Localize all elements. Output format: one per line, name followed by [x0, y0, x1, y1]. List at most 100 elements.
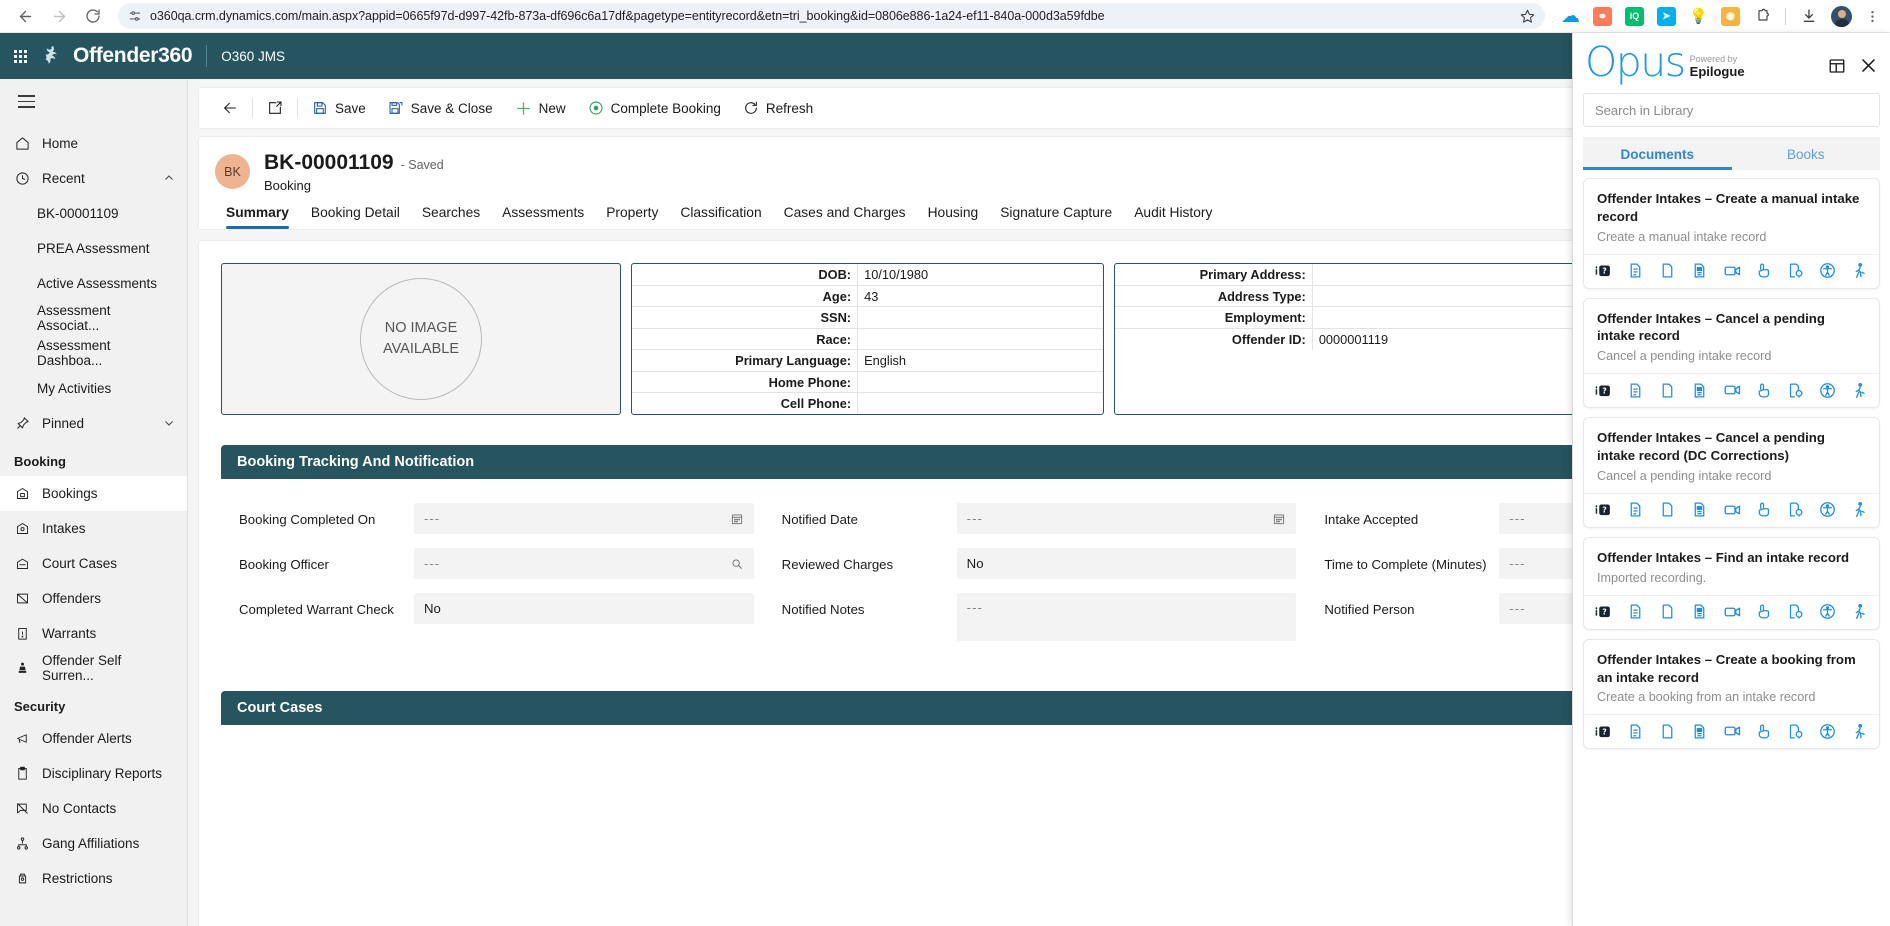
sidebar-collapse-icon[interactable] [0, 85, 187, 126]
walk-icon[interactable] [1851, 262, 1868, 279]
click-hand-icon[interactable] [1755, 603, 1772, 620]
accessibility-icon[interactable] [1819, 603, 1836, 620]
document-detail-icon[interactable] [1691, 723, 1708, 740]
document-pin-icon[interactable] [1787, 603, 1804, 620]
document-detail-icon[interactable] [1691, 603, 1708, 620]
hubspot-extension-icon[interactable]: ⚭ [1593, 6, 1612, 26]
sidebar-item-no-contacts[interactable]: No Contacts [0, 791, 187, 826]
profile-avatar[interactable] [1831, 5, 1852, 27]
tab-housing[interactable]: Housing [917, 205, 990, 229]
back-button[interactable] [211, 93, 249, 123]
booking-officer-lookup[interactable]: --- [414, 548, 754, 579]
page-icon[interactable] [1659, 723, 1676, 740]
list-item[interactable]: Offender Intakes – Cancel a pending inta… [1583, 297, 1880, 409]
page-icon[interactable] [1659, 603, 1676, 620]
document-detail-icon[interactable] [1691, 382, 1708, 399]
salesforce-extension-icon[interactable]: ☁ [1561, 7, 1580, 26]
booking-completed-on-input[interactable]: --- [414, 503, 754, 534]
click-hand-icon[interactable] [1755, 723, 1772, 740]
opus-document-list[interactable]: Offender Intakes – Create a manual intak… [1573, 170, 1890, 926]
info-badge-icon[interactable]: ? [1595, 723, 1612, 740]
site-settings-icon[interactable] [128, 9, 142, 23]
downloads-icon[interactable] [1799, 7, 1818, 26]
click-hand-icon[interactable] [1755, 501, 1772, 518]
click-hand-icon[interactable] [1755, 382, 1772, 399]
tab-booking-detail[interactable]: Booking Detail [300, 205, 411, 229]
document-pin-icon[interactable] [1787, 501, 1804, 518]
completed-warrant-check-input[interactable]: No [414, 593, 754, 624]
document-pin-icon[interactable] [1787, 723, 1804, 740]
save-and-close-button[interactable]: Save & Close [377, 93, 504, 123]
list-item[interactable]: Offender Intakes – Find an intake record… [1583, 536, 1880, 630]
info-badge-icon[interactable]: ? [1595, 501, 1612, 518]
tab-cases-and-charges[interactable]: Cases and Charges [773, 205, 917, 229]
page-icon[interactable] [1659, 382, 1676, 399]
calendar-icon[interactable] [1272, 512, 1286, 526]
complete-booking-button[interactable]: Complete Booking [577, 93, 732, 123]
tab-summary[interactable]: Summary [215, 205, 300, 229]
chevron-up-icon[interactable] [163, 172, 175, 184]
lightbulb-extension-icon[interactable]: 💡 [1689, 7, 1708, 26]
sidebar-item-intakes[interactable]: Intakes [0, 511, 187, 546]
address-bar[interactable]: o360qa.crm.dynamics.com/main.aspx?appid=… [118, 3, 1545, 29]
walk-icon[interactable] [1851, 382, 1868, 399]
document-lines-icon[interactable] [1627, 382, 1644, 399]
video-icon[interactable] [1723, 262, 1741, 280]
chevron-down-icon[interactable] [163, 417, 175, 429]
browser-forward-button[interactable] [44, 1, 74, 31]
sidebar-item-recent[interactable]: Recent [0, 161, 187, 196]
document-lines-icon[interactable] [1627, 603, 1644, 620]
reviewed-charges-input[interactable]: No [956, 548, 1297, 579]
document-detail-icon[interactable] [1691, 501, 1708, 518]
save-button[interactable]: Save [301, 93, 377, 123]
browser-menu-icon[interactable] [1865, 9, 1880, 24]
browser-back-button[interactable] [10, 1, 40, 31]
sidebar-item-prea-assessment[interactable]: PREA Assessment [0, 231, 187, 266]
click-hand-icon[interactable] [1755, 262, 1772, 279]
opus-search-input[interactable]: Search in Library [1583, 93, 1880, 127]
video-icon[interactable] [1723, 722, 1741, 740]
tab-searches[interactable]: Searches [411, 205, 491, 229]
notified-notes-textarea[interactable]: --- [956, 593, 1297, 641]
sidebar-item-bookings[interactable]: Bookings [0, 475, 187, 511]
layout-toggle-icon[interactable] [1828, 57, 1846, 75]
document-pin-icon[interactable] [1787, 382, 1804, 399]
tab-property[interactable]: Property [595, 205, 669, 229]
tab-documents[interactable]: Documents [1583, 137, 1732, 170]
close-icon[interactable] [1859, 56, 1878, 75]
calendar-icon[interactable] [730, 512, 744, 526]
sidebar-item-warrants[interactable]: Warrants [0, 616, 187, 651]
refresh-button[interactable]: Refresh [732, 93, 824, 123]
video-icon[interactable] [1723, 603, 1741, 621]
sidebar-item-assessment-associations[interactable]: Assessment Associat... [0, 301, 187, 336]
browser-reload-button[interactable] [78, 1, 108, 31]
document-lines-icon[interactable] [1627, 723, 1644, 740]
info-badge-icon[interactable]: ? [1595, 603, 1612, 620]
notified-date-input[interactable]: --- [956, 503, 1297, 534]
accessibility-icon[interactable] [1819, 382, 1836, 399]
sidebar-item-disciplinary-reports[interactable]: Disciplinary Reports [0, 756, 187, 791]
sidebar-item-bk-00001109[interactable]: BK-00001109 [0, 196, 187, 231]
walk-icon[interactable] [1851, 723, 1868, 740]
bookmark-star-icon[interactable] [1520, 9, 1535, 24]
sidebar-item-assessment-dashboard[interactable]: Assessment Dashboa... [0, 336, 187, 371]
sidebar-item-offender-alerts[interactable]: Offender Alerts [0, 721, 187, 756]
document-lines-icon[interactable] [1627, 501, 1644, 518]
camera-extension-icon[interactable]: ◉ [1721, 6, 1740, 26]
list-item[interactable]: Offender Intakes – Create a manual intak… [1583, 178, 1880, 289]
pendo-extension-icon[interactable]: ➤ [1657, 6, 1676, 26]
puzzle-extensions-icon[interactable] [1753, 7, 1772, 26]
info-badge-icon[interactable]: ? [1595, 262, 1612, 279]
document-pin-icon[interactable] [1787, 262, 1804, 279]
page-icon[interactable] [1659, 501, 1676, 518]
search-icon[interactable] [730, 557, 744, 571]
popout-button[interactable] [256, 93, 294, 123]
sidebar-item-offenders[interactable]: Offenders [0, 581, 187, 616]
accessibility-icon[interactable] [1819, 723, 1836, 740]
tab-books[interactable]: Books [1731, 137, 1880, 170]
accessibility-icon[interactable] [1819, 262, 1836, 279]
tab-classification[interactable]: Classification [669, 205, 772, 229]
new-button[interactable]: New [504, 93, 577, 123]
info-badge-icon[interactable]: ? [1595, 382, 1612, 399]
sidebar-item-home[interactable]: Home [0, 126, 187, 161]
